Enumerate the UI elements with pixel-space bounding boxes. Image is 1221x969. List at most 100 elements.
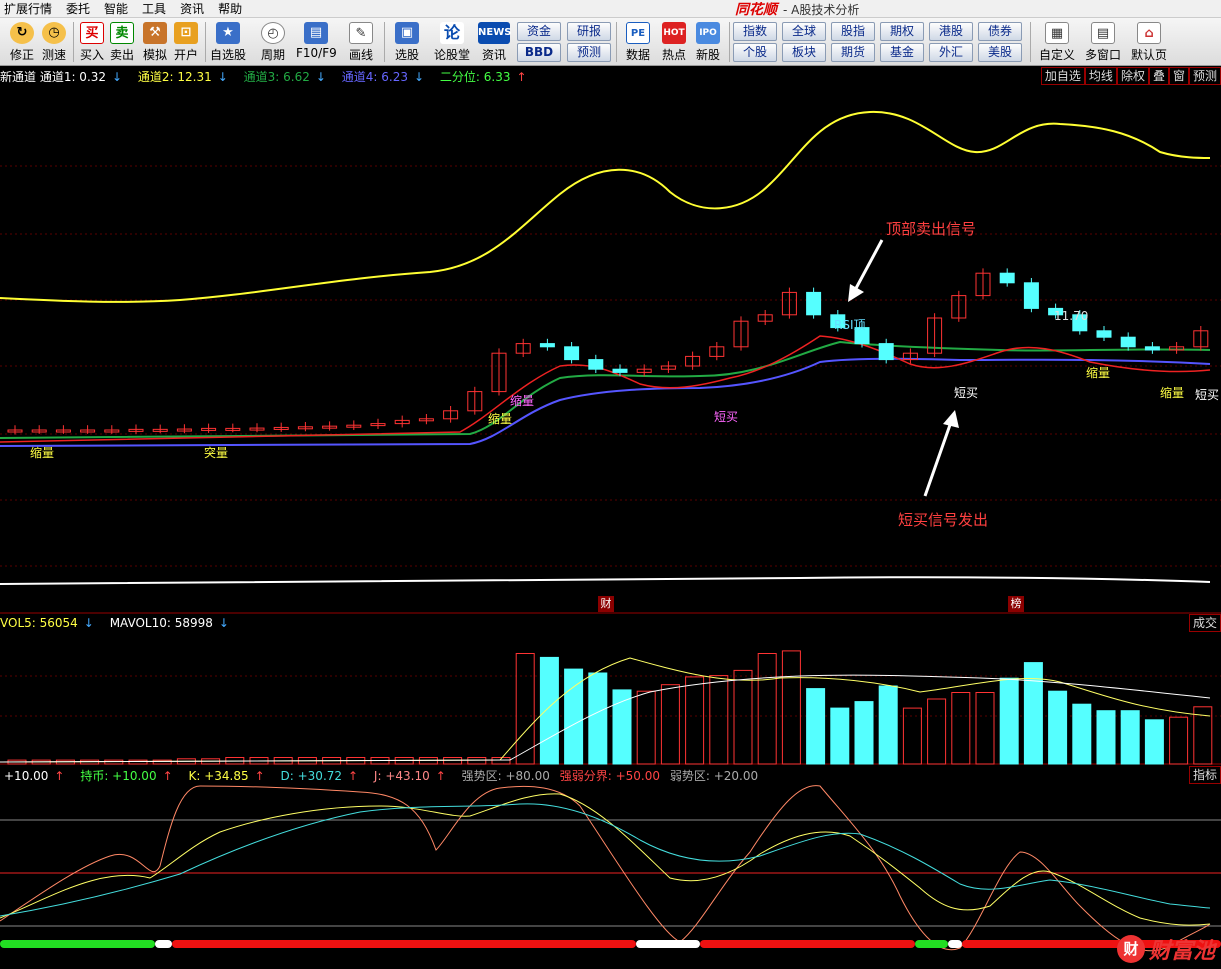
candlestick xyxy=(176,424,192,434)
global-button[interactable]: 全球 xyxy=(782,22,826,41)
legend-channel-4: 通道4: 6.23 ↓ xyxy=(341,70,425,84)
candlestick xyxy=(588,354,604,374)
menu-item-tools[interactable]: 工具 xyxy=(138,0,176,17)
volume-bar xyxy=(588,672,608,765)
f10-icon: ▤ xyxy=(304,22,328,44)
tab-forecast[interactable]: 预测 xyxy=(1188,67,1221,85)
menu-item-smart[interactable]: 智能 xyxy=(100,0,138,17)
news-button[interactable]: NEWS 资讯 xyxy=(476,21,512,63)
price-high-label: 11.70 xyxy=(1054,309,1089,323)
candlestick xyxy=(322,421,338,431)
volume-bar xyxy=(806,688,826,765)
candlestick xyxy=(443,406,459,423)
candle-body xyxy=(806,291,822,316)
volume-bar xyxy=(951,692,971,765)
candlestick xyxy=(491,348,507,396)
legend-vol5: VOL5: 56054 ↓ xyxy=(0,616,94,630)
menu-item-extended-quotes[interactable]: 扩展行情 xyxy=(0,0,62,17)
multi-window-button[interactable]: ▤ 多窗口 xyxy=(1082,21,1124,63)
candlestick xyxy=(709,342,725,361)
volume-bar xyxy=(128,759,148,765)
volume-bar xyxy=(757,653,777,765)
tab-overlay[interactable]: 叠 xyxy=(1148,67,1169,85)
candlestick xyxy=(515,338,531,358)
tab-ex-rights[interactable]: 除权 xyxy=(1116,67,1149,85)
default-page-button[interactable]: ⌂ 默认页 xyxy=(1128,21,1170,63)
data-button[interactable]: PE 数据 xyxy=(620,21,656,63)
forex-button[interactable]: 外汇 xyxy=(929,43,973,62)
refresh-button[interactable]: ↻ 修正 xyxy=(4,21,40,63)
tab-volume[interactable]: 成交 xyxy=(1188,614,1221,632)
signal-strip xyxy=(0,940,1221,948)
kdj-legend: +10.00 ↑ 持币: +10.00 ↑ K: +34.85 ↑ D: +30.72… xyxy=(4,767,764,784)
tab-moving-average[interactable]: 均线 xyxy=(1084,67,1117,85)
index-button[interactable]: 指数 xyxy=(733,22,777,41)
menu-item-order[interactable]: 委托 xyxy=(62,0,100,17)
volume-bar xyxy=(733,669,753,765)
arrow-top-sell-icon xyxy=(848,239,884,302)
options-button[interactable]: 期权 xyxy=(880,22,924,41)
kline-chart-svg[interactable] xyxy=(0,66,1221,969)
candlestick xyxy=(951,290,967,322)
bbd-button[interactable]: BBD xyxy=(517,43,561,62)
gavel-icon: ⚒ xyxy=(143,22,167,44)
forecast-button[interactable]: 预测 xyxy=(567,43,611,62)
watchlist-button[interactable]: ★ 自选股 xyxy=(208,21,248,63)
research-button[interactable]: 研报 xyxy=(567,22,611,41)
event-earnings-marker[interactable]: 财 xyxy=(598,596,614,612)
candlestick xyxy=(418,414,434,425)
forum-button[interactable]: 论论股堂 xyxy=(432,21,472,63)
tab-add-watchlist[interactable]: 加自选 xyxy=(1040,67,1085,85)
tab-window[interactable]: 窗 xyxy=(1168,67,1189,85)
futures-button[interactable]: 期货 xyxy=(831,43,875,62)
event-ranking-marker[interactable]: 榜 xyxy=(1008,596,1024,612)
hk-stock-button[interactable]: 港股 xyxy=(929,22,973,41)
hot-button[interactable]: HOT 热点 xyxy=(656,21,692,63)
sell-button[interactable]: 卖卖出 xyxy=(104,21,140,63)
sector-button[interactable]: 板块 xyxy=(782,43,826,62)
signal-strip-segment xyxy=(636,940,700,948)
menu-item-help[interactable]: 帮助 xyxy=(214,0,252,17)
legend-median: 二分位: 6.33 ↑ xyxy=(439,70,527,84)
price-ma-line xyxy=(0,335,1211,443)
f10-button[interactable]: ▤ F10/F9 xyxy=(296,21,337,63)
candle-body xyxy=(1144,346,1160,351)
star-icon: ★ xyxy=(216,22,240,44)
volume-bars xyxy=(7,650,1213,765)
pe-icon: PE xyxy=(626,22,650,44)
us-stock-button[interactable]: 美股 xyxy=(978,43,1022,62)
candlestick xyxy=(806,287,822,319)
stock-screen-button[interactable]: ▣ 选股 xyxy=(389,21,425,63)
period-button[interactable]: ◴ 周期 xyxy=(255,21,291,63)
bond-button[interactable]: 债券 xyxy=(978,22,1022,41)
candlestick xyxy=(1096,326,1112,342)
forum-icon: 论 xyxy=(440,22,464,44)
signal-strip-segment xyxy=(0,940,155,948)
ipo-button[interactable]: IPO 新股 xyxy=(690,21,726,63)
volume-bar xyxy=(685,676,705,765)
main-grid xyxy=(0,165,1221,567)
volume-bar xyxy=(927,698,947,765)
volume-bar xyxy=(1144,719,1164,765)
candlestick xyxy=(7,425,23,435)
candle-body xyxy=(878,343,894,361)
stock-index-button[interactable]: 股指 xyxy=(831,22,875,41)
draw-line-button[interactable]: ✎ 画线 xyxy=(343,21,379,63)
candlestick xyxy=(1193,326,1209,351)
fund-market-button[interactable]: 基金 xyxy=(880,43,924,62)
candlestick xyxy=(999,268,1015,287)
custom-button[interactable]: ▦ 自定义 xyxy=(1036,21,1078,63)
volume-bar xyxy=(152,759,172,765)
menu-item-info[interactable]: 资讯 xyxy=(176,0,214,17)
candlestick xyxy=(975,268,991,300)
fund-button[interactable]: 资金 xyxy=(517,22,561,41)
open-account-button[interactable]: ⊡ 开户 xyxy=(168,21,204,63)
legend-hold: +10.00 ↑ xyxy=(4,769,65,783)
candlestick xyxy=(249,423,265,433)
candlestick xyxy=(1144,342,1160,354)
chart-area[interactable]: 新通道 通道1: 0.32 ↓ 通道2: 12.31 ↓ 通道3: 6.62 ↓ 通道… xyxy=(0,66,1221,969)
candlestick xyxy=(394,415,410,428)
speedtest-button[interactable]: ◷ 测速 xyxy=(36,21,72,63)
tab-indicator[interactable]: 指标 xyxy=(1188,766,1221,784)
single-stock-button[interactable]: 个股 xyxy=(733,43,777,62)
